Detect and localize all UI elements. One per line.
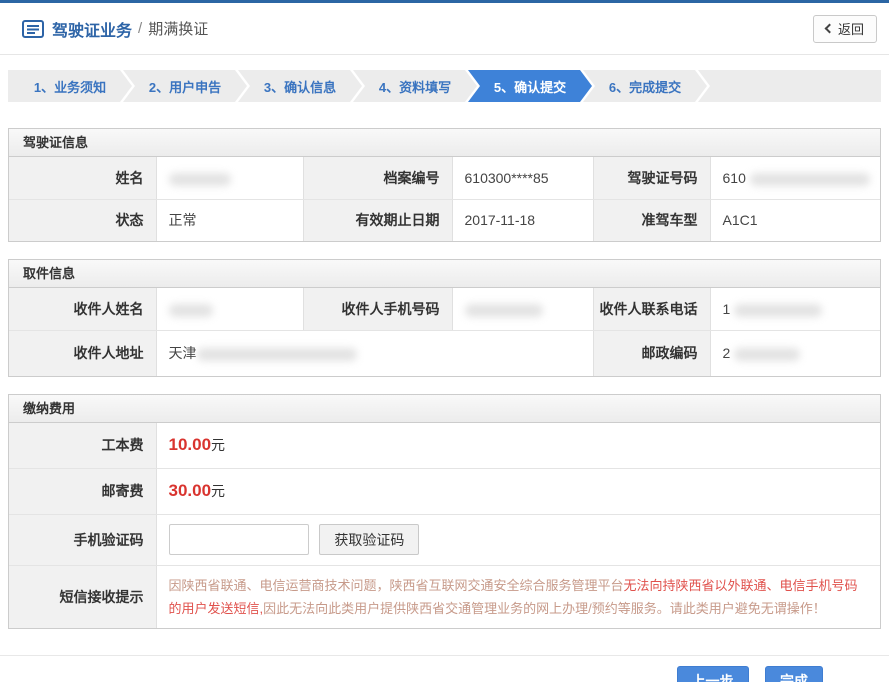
postage-fee-unit: 元 bbox=[211, 483, 225, 499]
sms-notice-text: 因陕西省联通、电信运营商技术问题，陕西省互联网交通安全综合服务管理平台无法向持陕… bbox=[156, 565, 880, 628]
table-row: 短信接收提示 因陕西省联通、电信运营商技术问题，陕西省互联网交通安全综合服务管理… bbox=[9, 565, 880, 628]
step-5-confirm-submit[interactable]: 5、确认提交 bbox=[468, 70, 592, 102]
step-2-declaration[interactable]: 2、用户申告 bbox=[123, 70, 247, 102]
sms-notice-label: 短信接收提示 bbox=[9, 565, 156, 628]
notice-part-3: 因此无法向此类用户提供陕西省交通管理业务的网上办理/预约等服务。请此类用户避免无… bbox=[263, 601, 826, 616]
notice-part-1: 因陕西省联通、电信运营商技术问题，陕西省互联网交通安全综合服务管理平台 bbox=[169, 578, 624, 593]
license-info-table: 姓名 档案编号 610300****85 驾驶证号码 610 状态 正常 有效期… bbox=[9, 157, 880, 241]
redacted-postal bbox=[734, 348, 800, 361]
address-prefix: 天津 bbox=[169, 345, 197, 361]
postal-prefix: 2 bbox=[723, 345, 731, 361]
file-number-label: 档案编号 bbox=[303, 157, 452, 199]
page-header: 驾驶证业务 / 期满换证 返回 bbox=[0, 3, 889, 55]
name-value bbox=[156, 157, 303, 199]
work-fee-amount: 10.00 bbox=[169, 435, 212, 454]
vehicle-class-value: A1C1 bbox=[710, 199, 880, 241]
work-fee-unit: 元 bbox=[211, 437, 225, 453]
table-row: 工本费 10.00元 bbox=[9, 423, 880, 468]
postage-fee-amount: 30.00 bbox=[169, 481, 212, 500]
pickup-info-table: 收件人姓名 收件人手机号码 收件人联系电话 1 收件人地址 天津 邮政编码 2 bbox=[9, 288, 880, 376]
file-number-value: 610300****85 bbox=[452, 157, 593, 199]
sms-code-label: 手机验证码 bbox=[9, 514, 156, 565]
table-row: 邮寄费 30.00元 bbox=[9, 468, 880, 514]
license-list-icon bbox=[22, 20, 44, 38]
page: 驾驶证业务 / 期满换证 返回 1、业务须知 2、用户申告 3、确认信息 4、资… bbox=[0, 0, 889, 682]
footer-actions: 上一步 完成 bbox=[0, 655, 889, 682]
recipient-mobile-label: 收件人手机号码 bbox=[303, 288, 452, 330]
breadcrumb-separator: / bbox=[138, 20, 142, 37]
previous-step-button[interactable]: 上一步 bbox=[677, 666, 749, 682]
license-number-value: 610 bbox=[710, 157, 880, 199]
redacted-mobile bbox=[465, 304, 543, 317]
table-row: 收件人姓名 收件人手机号码 收件人联系电话 1 bbox=[9, 288, 880, 330]
license-section-title: 驾驶证信息 bbox=[9, 129, 880, 157]
address-value: 天津 bbox=[156, 330, 593, 376]
back-button-label: 返回 bbox=[838, 19, 864, 38]
get-sms-code-button[interactable]: 获取验证码 bbox=[319, 524, 419, 555]
step-wizard: 1、业务须知 2、用户申告 3、确认信息 4、资料填写 5、确认提交 6、完成提… bbox=[8, 70, 881, 102]
pickup-info-section: 取件信息 收件人姓名 收件人手机号码 收件人联系电话 1 收件人地址 天津 邮政… bbox=[8, 259, 881, 377]
table-row: 姓名 档案编号 610300****85 驾驶证号码 610 bbox=[9, 157, 880, 199]
finish-button[interactable]: 完成 bbox=[765, 666, 823, 682]
page-subtitle: 期满换证 bbox=[148, 18, 208, 39]
page-title: 驾驶证业务 bbox=[52, 17, 132, 41]
valid-until-label: 有效期止日期 bbox=[303, 199, 452, 241]
license-number-prefix: 610 bbox=[723, 170, 746, 186]
recipient-tel-value: 1 bbox=[710, 288, 880, 330]
work-fee-label: 工本费 bbox=[9, 423, 156, 468]
table-row: 手机验证码 获取验证码 bbox=[9, 514, 880, 565]
redacted-name bbox=[169, 173, 231, 186]
recipient-mobile-value bbox=[452, 288, 593, 330]
step-4-fill-data[interactable]: 4、资料填写 bbox=[353, 70, 477, 102]
postage-fee-label: 邮寄费 bbox=[9, 468, 156, 514]
recipient-name-value bbox=[156, 288, 303, 330]
redacted-license-number bbox=[750, 173, 870, 186]
table-row: 状态 正常 有效期止日期 2017-11-18 准驾车型 A1C1 bbox=[9, 199, 880, 241]
recipient-tel-prefix: 1 bbox=[723, 301, 731, 317]
work-fee-value: 10.00元 bbox=[156, 423, 880, 468]
license-number-label: 驾驶证号码 bbox=[593, 157, 710, 199]
recipient-tel-label: 收件人联系电话 bbox=[593, 288, 710, 330]
recipient-name-label: 收件人姓名 bbox=[9, 288, 156, 330]
redacted-tel bbox=[734, 304, 822, 317]
pickup-section-title: 取件信息 bbox=[9, 260, 880, 288]
name-label: 姓名 bbox=[9, 157, 156, 199]
sms-code-cell: 获取验证码 bbox=[156, 514, 880, 565]
step-6-complete[interactable]: 6、完成提交 bbox=[583, 70, 707, 102]
step-bar-filler bbox=[698, 70, 881, 102]
chevron-left-icon bbox=[825, 24, 835, 34]
fees-section-title: 缴纳费用 bbox=[9, 395, 880, 423]
step-3-confirm-info[interactable]: 3、确认信息 bbox=[238, 70, 362, 102]
postal-code-label: 邮政编码 bbox=[593, 330, 710, 376]
status-value: 正常 bbox=[156, 199, 303, 241]
license-info-section: 驾驶证信息 姓名 档案编号 610300****85 驾驶证号码 610 状态 … bbox=[8, 128, 881, 242]
postage-fee-value: 30.00元 bbox=[156, 468, 880, 514]
redacted-address bbox=[197, 348, 357, 361]
status-label: 状态 bbox=[9, 199, 156, 241]
fees-section: 缴纳费用 工本费 10.00元 邮寄费 30.00元 手机验证码 获取验证码 短… bbox=[8, 394, 881, 629]
valid-until-value: 2017-11-18 bbox=[452, 199, 593, 241]
vehicle-class-label: 准驾车型 bbox=[593, 199, 710, 241]
postal-code-value: 2 bbox=[710, 330, 880, 376]
address-label: 收件人地址 bbox=[9, 330, 156, 376]
step-1-notice[interactable]: 1、业务须知 bbox=[8, 70, 132, 102]
back-button[interactable]: 返回 bbox=[813, 15, 877, 43]
sms-code-input[interactable] bbox=[169, 524, 309, 555]
redacted-recipient-name bbox=[169, 304, 213, 317]
table-row: 收件人地址 天津 邮政编码 2 bbox=[9, 330, 880, 376]
fees-table: 工本费 10.00元 邮寄费 30.00元 手机验证码 获取验证码 短信接收提示… bbox=[9, 423, 880, 628]
